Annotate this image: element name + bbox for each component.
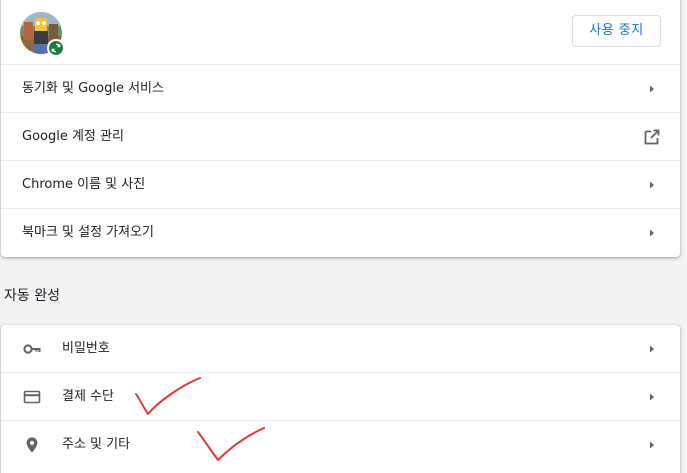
chrome-name-and-photo-label: Chrome 이름 및 사진 [22, 177, 146, 192]
passwords-label: 비밀번호 [62, 341, 110, 356]
autofill-section-title: 자동 완성 [4, 288, 60, 304]
sync-and-services-label: 동기화 및 Google 서비스 [22, 81, 164, 96]
arrow-right-icon [650, 441, 654, 449]
sync-icon [51, 43, 61, 53]
autofill-card: 비밀번호 결제 수단 주소 및 기타 [1, 325, 680, 473]
profile-row: 사용 중지 [1, 0, 680, 65]
import-bookmarks-settings-row[interactable]: 북마크 및 설정 가져오기 [1, 209, 680, 257]
arrow-right-icon [650, 229, 654, 237]
passwords-row[interactable]: 비밀번호 [1, 325, 680, 373]
arrow-right-icon [650, 393, 654, 401]
people-card: 사용 중지 동기화 및 Google 서비스 Google 계정 관리 Chro… [1, 0, 680, 257]
location-pin-icon [26, 437, 38, 453]
addresses-row[interactable]: 주소 및 기타 [1, 421, 680, 469]
payment-methods-row[interactable]: 결제 수단 [1, 373, 680, 421]
sync-badge [47, 39, 65, 57]
payment-methods-label: 결제 수단 [62, 389, 114, 404]
chrome-settings-page: 사용 중지 동기화 및 Google 서비스 Google 계정 관리 Chro… [0, 0, 687, 473]
stop-sync-button[interactable]: 사용 중지 [572, 15, 661, 47]
open-in-new-icon [644, 129, 660, 145]
profile-avatar[interactable] [20, 12, 65, 57]
chrome-name-and-photo-row[interactable]: Chrome 이름 및 사진 [1, 161, 680, 209]
credit-card-icon [23, 390, 41, 404]
arrow-right-icon [650, 181, 654, 189]
import-bookmarks-settings-label: 북마크 및 설정 가져오기 [22, 225, 154, 240]
manage-google-account-row[interactable]: Google 계정 관리 [1, 113, 680, 161]
addresses-label: 주소 및 기타 [62, 437, 131, 452]
arrow-right-icon [650, 85, 654, 93]
sync-and-services-row[interactable]: 동기화 및 Google 서비스 [1, 65, 680, 113]
key-icon [23, 344, 41, 354]
manage-google-account-label: Google 계정 관리 [22, 129, 124, 144]
arrow-right-icon [650, 345, 654, 353]
